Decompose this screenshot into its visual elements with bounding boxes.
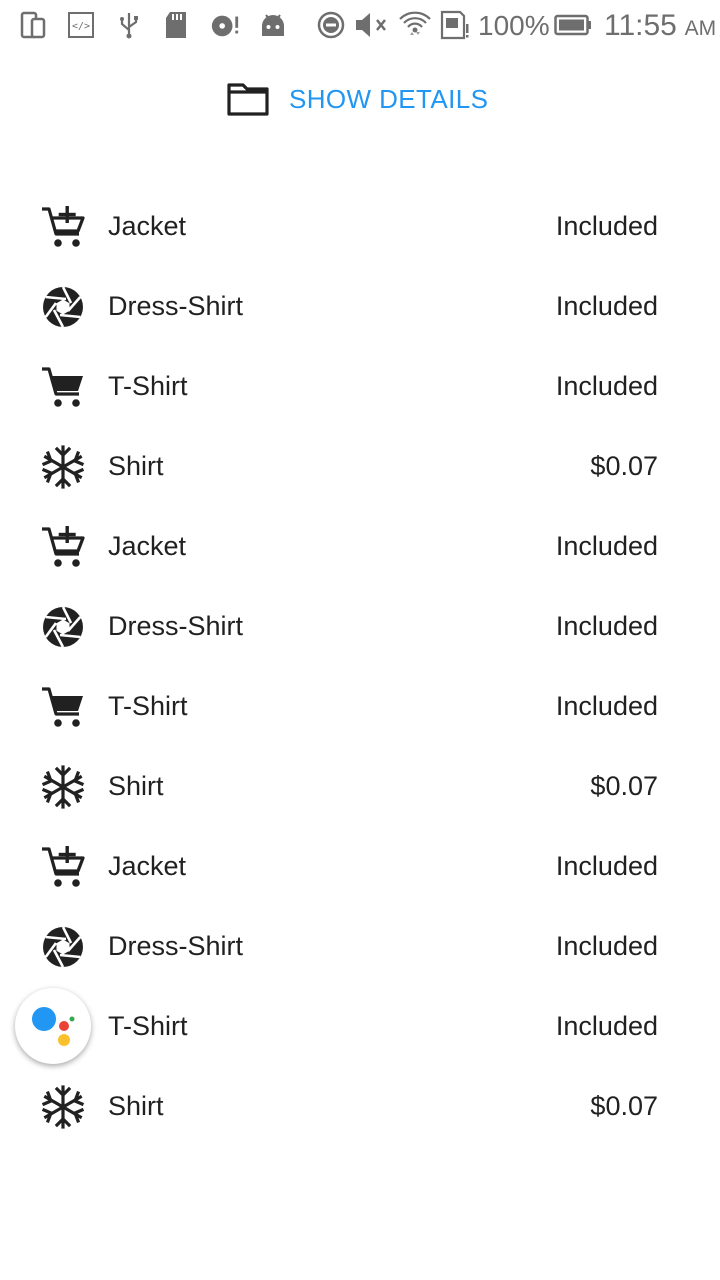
item-price: Included [555, 690, 658, 721]
item-price: $0.07 [590, 1090, 658, 1121]
snowflake-icon [41, 765, 85, 809]
camera-aperture-icon [41, 285, 85, 329]
item-name: T-Shirt [108, 1010, 188, 1041]
code-icon: </> [66, 10, 96, 40]
item-list: Jacket Included Dress-Shirt Included T-Shi… [0, 186, 720, 1146]
item-price: $0.07 [590, 770, 658, 801]
usb-icon [114, 10, 144, 40]
list-item[interactable]: Jacket Included [0, 186, 720, 266]
mute-icon [354, 10, 390, 40]
show-details-label: SHOW DETAILS [289, 83, 489, 114]
snowflake-icon [41, 1085, 85, 1129]
sim-alert-icon [440, 10, 470, 40]
list-item[interactable]: T-Shirt Included [0, 986, 720, 1066]
list-item[interactable]: Dress-Shirt Included [0, 586, 720, 666]
list-item[interactable]: Jacket Included [0, 506, 720, 586]
item-name: Dress-Shirt [108, 930, 244, 961]
cart-plus-icon [41, 525, 85, 569]
assistant-button[interactable] [15, 988, 91, 1064]
item-price: Included [555, 610, 658, 641]
list-item[interactable]: T-Shirt Included [0, 346, 720, 426]
item-name: Shirt [108, 450, 164, 481]
item-price: Included [555, 370, 658, 401]
item-name: Jacket [108, 210, 187, 241]
item-price: Included [555, 1010, 658, 1041]
camera-aperture-icon [41, 925, 85, 969]
item-name: Shirt [108, 1090, 164, 1121]
list-item[interactable]: T-Shirt Included [0, 666, 720, 746]
item-name: T-Shirt [108, 370, 188, 401]
item-price: Included [555, 530, 658, 561]
disc-alert-icon [210, 10, 240, 40]
cart-icon [41, 685, 85, 729]
item-name: Shirt [108, 770, 164, 801]
svg-text:</>: </> [72, 21, 90, 32]
sd-card-icon [162, 10, 192, 40]
item-name: T-Shirt [108, 690, 188, 721]
item-name: Jacket [108, 530, 187, 561]
dnd-icon [316, 10, 346, 40]
battery-icon [554, 10, 592, 40]
clock-ampm: AM [684, 17, 717, 40]
cart-plus-icon [41, 205, 85, 249]
list-item[interactable]: Dress-Shirt Included [0, 266, 720, 346]
assistant-icon [32, 1007, 75, 1046]
item-price: Included [555, 850, 658, 881]
show-details-button[interactable]: SHOW DETAILS [226, 76, 488, 122]
item-price: $0.07 [590, 450, 658, 481]
list-item[interactable]: Shirt $0.07 [0, 426, 720, 506]
android-icon [258, 10, 288, 40]
clock-time: 11:55 [604, 9, 677, 42]
item-price: Included [555, 210, 658, 241]
list-item[interactable]: Shirt $0.07 [0, 746, 720, 826]
wifi-icon [398, 10, 432, 40]
snowflake-icon [41, 445, 85, 489]
item-name: Jacket [108, 850, 187, 881]
item-price: Included [555, 290, 658, 321]
list-item[interactable]: Jacket Included [0, 826, 720, 906]
item-name: Dress-Shirt [108, 610, 244, 641]
status-bar: </> 100% 11:55 AM [0, 0, 720, 52]
list-item[interactable]: Dress-Shirt Included [0, 906, 720, 986]
battery-percent: 100% [478, 10, 550, 41]
device-icon [18, 10, 48, 40]
item-price: Included [555, 930, 658, 961]
camera-aperture-icon [41, 605, 85, 649]
clock: 11:55 AM [604, 9, 716, 46]
folder-icon [227, 83, 269, 116]
list-item[interactable]: Shirt $0.07 [0, 1066, 720, 1146]
item-name: Dress-Shirt [108, 290, 244, 321]
cart-icon [41, 365, 85, 409]
cart-plus-icon [41, 845, 85, 889]
